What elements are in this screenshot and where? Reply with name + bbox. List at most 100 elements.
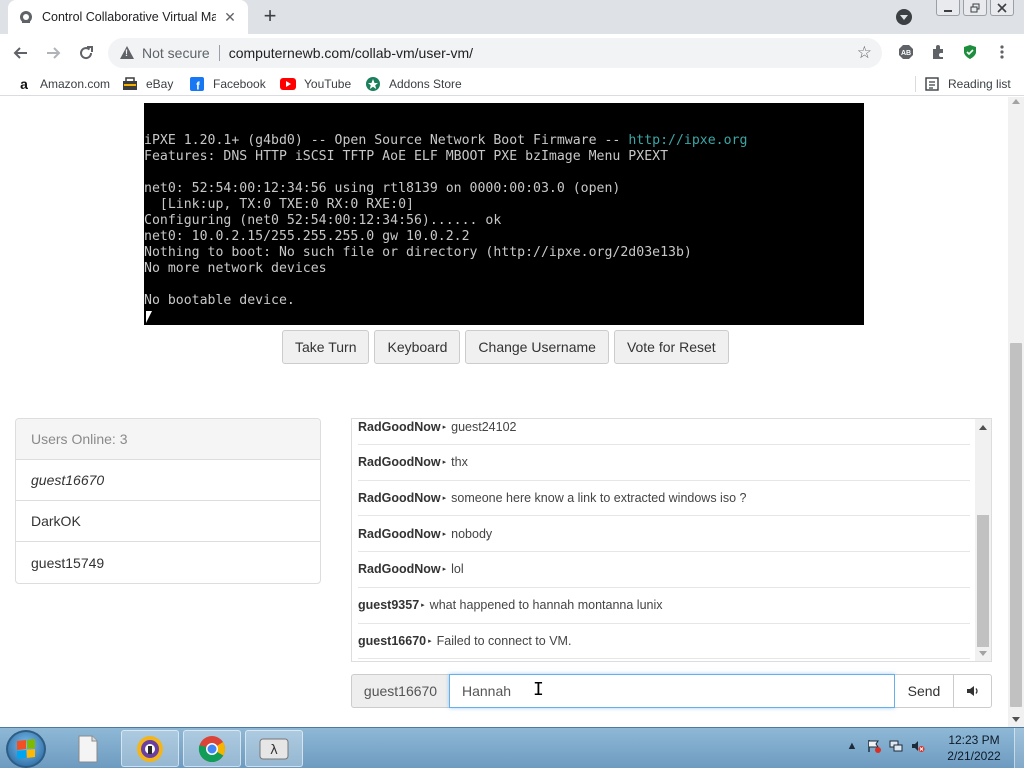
svg-text:AB: AB: [901, 50, 911, 57]
network-icon[interactable]: [888, 738, 904, 754]
reload-button[interactable]: [73, 41, 99, 65]
bookmark-youtube[interactable]: YouTube: [280, 76, 351, 92]
vm-console-text: [Link:up, TX:0 TXE:0 RX:0 RXE:0]: [144, 197, 414, 212]
bookmark-label: Facebook: [213, 77, 266, 91]
chat-username[interactable]: RadGoodNow: [358, 562, 441, 576]
tab-bar: Control Collaborative Virtual Ma ✕ +: [0, 0, 1024, 34]
menu-kebab-icon[interactable]: [993, 43, 1011, 61]
vm-console-line: Configuring (net0 52:54:00:12:34:56)....…: [144, 213, 864, 229]
bookmark-amazon[interactable]: a Amazon.com: [16, 76, 110, 92]
windows-taskbar: λ ▲ 12:23 PM 2/21/2022: [0, 727, 1024, 768]
vm-console-line: iPXE 1.20.1+ (g4bd0) -- Open Source Netw…: [144, 133, 864, 149]
vm-controls: Take Turn Keyboard Change Username Vote …: [282, 330, 729, 364]
shield-extension-icon[interactable]: [961, 43, 979, 61]
restore-button[interactable]: [963, 0, 987, 16]
bookmark-star-icon[interactable]: ☆: [857, 43, 872, 63]
chat-message: guest16670 ▸ Failed to connect to VM.: [358, 623, 970, 660]
chat-arrow-icon: ▸: [442, 459, 447, 467]
vm-console-line: [Link:up, TX:0 TXE:0 RX:0 RXE:0]: [144, 197, 864, 213]
taskbar-explorer[interactable]: [59, 730, 117, 767]
page-content: iPXE 1.20.1+ (g4bd0) -- Open Source Netw…: [0, 97, 1008, 727]
chat-scrollbar[interactable]: [975, 419, 991, 661]
user-list-item[interactable]: guest16670: [16, 460, 320, 501]
scroll-up-icon[interactable]: [1012, 99, 1020, 104]
taskbar-chrome[interactable]: [183, 730, 241, 767]
ebay-icon: [122, 76, 138, 92]
user-list-item[interactable]: DarkOK: [16, 501, 320, 542]
page-scrollbar[interactable]: [1008, 97, 1024, 727]
chat-username[interactable]: RadGoodNow: [358, 455, 441, 469]
chat-username[interactable]: RadGoodNow: [358, 491, 441, 505]
vm-console-line: [144, 165, 864, 181]
page-scroll-thumb[interactable]: [1010, 343, 1022, 707]
scroll-down-icon[interactable]: [1012, 717, 1020, 722]
show-desktop-button[interactable]: [1014, 728, 1024, 768]
chat-message-input[interactable]: [449, 674, 895, 708]
tab-close-icon[interactable]: ✕: [222, 9, 238, 25]
take-turn-button[interactable]: Take Turn: [282, 330, 370, 364]
not-secure-label[interactable]: Not secure: [142, 45, 210, 61]
address-bar[interactable]: Not secure computernewb.com/collab-vm/us…: [108, 38, 882, 68]
taskbar-clock[interactable]: 12:23 PM 2/21/2022: [940, 732, 1008, 764]
vm-console-text: Configuring (net0 52:54:00:12:34:56)....…: [144, 213, 502, 228]
send-button[interactable]: Send: [895, 674, 953, 708]
svg-text:λ: λ: [270, 743, 278, 758]
close-window-button[interactable]: [990, 0, 1014, 16]
chat-message-text: Failed to connect to VM.: [436, 633, 572, 648]
chat-username[interactable]: guest16670: [358, 634, 426, 648]
chat-username[interactable]: RadGoodNow: [358, 527, 441, 541]
back-button[interactable]: [8, 41, 34, 65]
chat-panel[interactable]: RadGoodNow ▸ guest24102 RadGoodNow ▸ thx RadGo…: [351, 418, 992, 662]
bookmarks-separator: [915, 76, 916, 92]
taskbar-browser-alt[interactable]: [121, 730, 179, 767]
vote-reset-button[interactable]: Vote for Reset: [613, 330, 729, 364]
sound-toggle-button[interactable]: [953, 674, 992, 708]
bookmark-label: YouTube: [304, 77, 352, 91]
vm-console-text: No more network devices: [144, 261, 327, 276]
close-icon: [997, 2, 1007, 13]
action-center-flag-icon[interactable]: [866, 738, 882, 754]
chat-arrow-icon: ▸: [442, 423, 447, 431]
show-hidden-icons-icon[interactable]: ▲: [844, 738, 860, 754]
change-username-button[interactable]: Change Username: [465, 330, 609, 364]
keyboard-button[interactable]: Keyboard: [374, 330, 461, 364]
chat-message-text: someone here know a link to extracted wi…: [451, 490, 747, 505]
forward-button[interactable]: [40, 41, 66, 65]
chat-username[interactable]: RadGoodNow: [358, 420, 441, 434]
chat-arrow-icon: ▸: [442, 566, 447, 574]
tab-search-icon[interactable]: [896, 9, 912, 25]
window-controls: [936, 0, 1014, 16]
bookmark-facebook[interactable]: f Facebook: [189, 76, 266, 92]
vm-display[interactable]: iPXE 1.20.1+ (g4bd0) -- Open Source Netw…: [144, 103, 864, 325]
bookmark-addons-store[interactable]: Addons Store: [365, 76, 462, 92]
warning-icon[interactable]: [120, 46, 134, 60]
taskbar-app[interactable]: λ: [245, 730, 303, 767]
chat-message-text: thx: [451, 455, 468, 470]
chat-username[interactable]: guest9357: [358, 598, 419, 612]
chat-scroll-thumb[interactable]: [977, 515, 989, 647]
amazon-icon: a: [20, 76, 28, 92]
new-tab-button[interactable]: +: [258, 5, 282, 29]
bookmark-ebay[interactable]: eBay: [122, 76, 173, 92]
scroll-down-icon[interactable]: [979, 651, 987, 656]
volume-muted-icon[interactable]: [910, 738, 926, 754]
user-list-item[interactable]: guest15749: [16, 542, 320, 583]
vm-console-line: Features: DNS HTTP iSCSI TFTP AoE ELF MB…: [144, 149, 864, 165]
reading-list-button[interactable]: Reading list: [924, 76, 1011, 92]
chat-input-group: guest16670 Send: [351, 674, 992, 708]
start-button[interactable]: [6, 730, 46, 768]
browser-icon: [137, 735, 163, 762]
scroll-up-icon[interactable]: [979, 425, 987, 430]
minimize-button[interactable]: [936, 0, 960, 16]
vm-console-text: net0: 52:54:00:12:34:56 using rtl8139 on…: [144, 181, 621, 196]
browser-tab[interactable]: Control Collaborative Virtual Ma ✕: [8, 0, 248, 34]
bookmark-label: Addons Store: [389, 77, 462, 91]
extensions-puzzle-icon[interactable]: [929, 43, 947, 61]
forward-arrow-icon: [47, 47, 61, 59]
reading-list-icon: [924, 76, 940, 92]
adblock-extension-icon[interactable]: AB: [897, 43, 915, 61]
bookmark-label: eBay: [146, 77, 174, 91]
chat-message-text: lol: [451, 562, 464, 577]
vm-console-text: Features: DNS HTTP iSCSI TFTP AoE ELF MB…: [144, 149, 669, 164]
url-text[interactable]: computernewb.com/collab-vm/user-vm/: [229, 45, 473, 61]
